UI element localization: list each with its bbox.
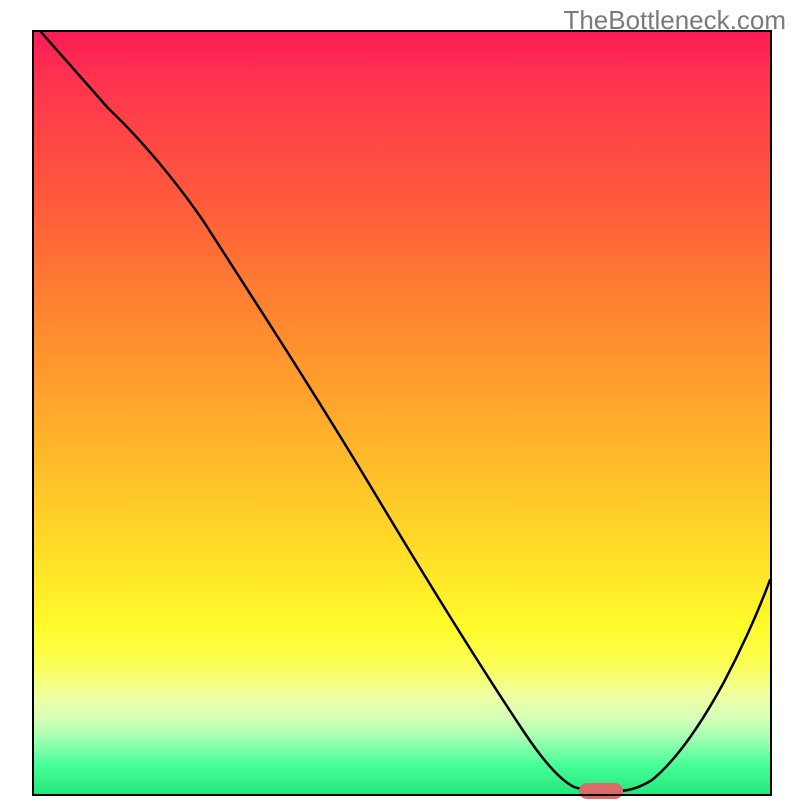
watermark-text: TheBottleneck.com (563, 5, 786, 36)
chart-container: TheBottleneck.com (0, 0, 800, 800)
chart-border-leftbottom (32, 32, 772, 796)
